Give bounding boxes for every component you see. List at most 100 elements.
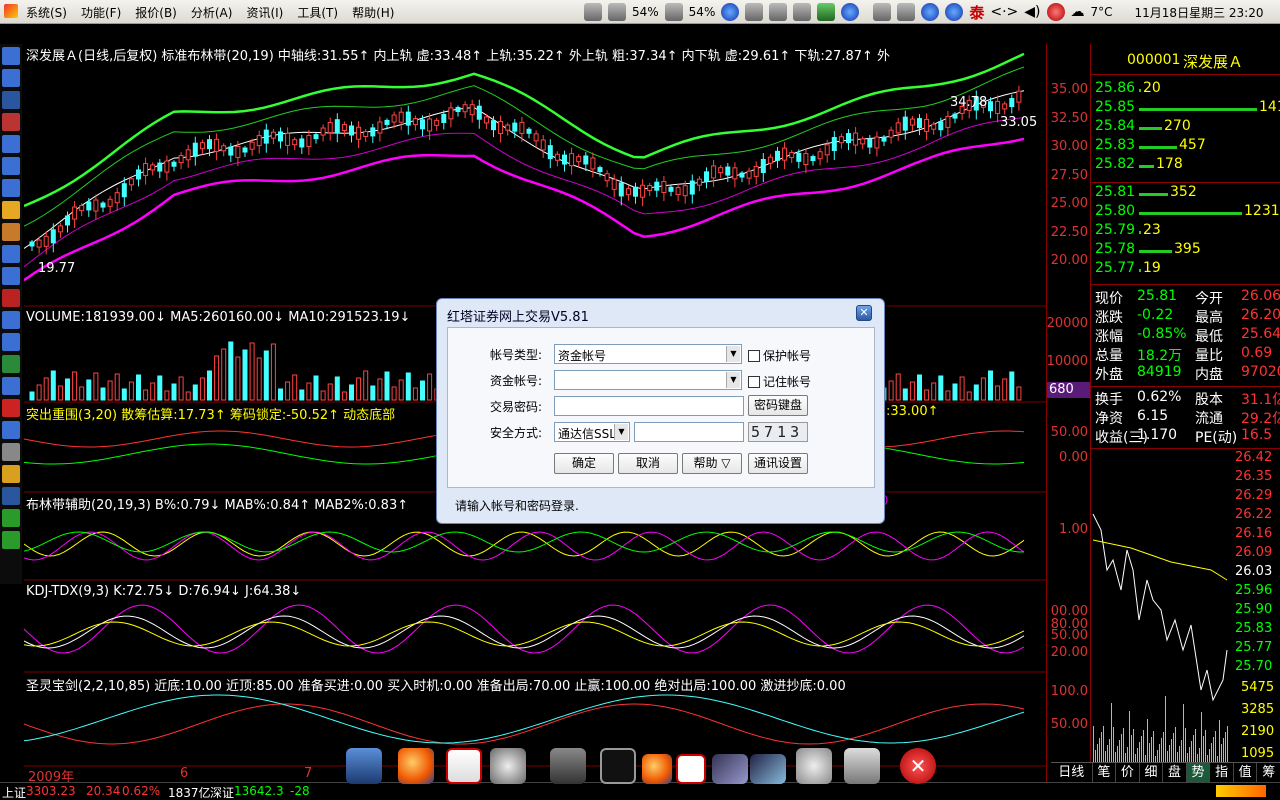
indicator-icon[interactable] bbox=[2, 311, 20, 329]
security-select[interactable]: 通达信SSL ▼ bbox=[554, 422, 630, 442]
help-button[interactable]: 帮助 ▽ bbox=[682, 453, 742, 474]
folder-icon[interactable] bbox=[2, 201, 20, 219]
account-type-select[interactable]: 资金帐号 ▼ bbox=[554, 344, 742, 364]
quote-tab[interactable]: 值 bbox=[1234, 763, 1258, 782]
terminal-icon[interactable] bbox=[600, 748, 636, 784]
image-icon[interactable] bbox=[712, 754, 748, 784]
captcha-input[interactable] bbox=[634, 422, 744, 442]
cpu-monitor-icon[interactable] bbox=[608, 3, 626, 21]
quote-tab[interactable]: 盘 bbox=[1163, 763, 1187, 782]
monitor-icon[interactable] bbox=[793, 3, 812, 21]
report-icon[interactable] bbox=[2, 157, 20, 175]
firefox-small-icon[interactable] bbox=[642, 754, 672, 784]
comm-settings-button[interactable]: 通讯设置 bbox=[748, 453, 808, 474]
menu-tools[interactable]: 工具(T) bbox=[297, 4, 338, 21]
quote-tab[interactable]: 价 bbox=[1116, 763, 1140, 782]
info-icon[interactable] bbox=[721, 3, 740, 21]
writer-icon[interactable] bbox=[446, 748, 482, 784]
network-icon[interactable] bbox=[841, 3, 860, 21]
arrow-up-icon[interactable] bbox=[2, 509, 20, 527]
menu-help[interactable]: 帮助(H) bbox=[352, 4, 394, 21]
refresh-icon[interactable] bbox=[2, 355, 20, 373]
firefox-icon[interactable] bbox=[398, 748, 434, 784]
volume-bar bbox=[405, 372, 411, 401]
window-icon[interactable] bbox=[2, 377, 20, 395]
captcha-image[interactable]: 5713 bbox=[748, 422, 808, 442]
download-icon[interactable] bbox=[550, 748, 586, 784]
quote-tab[interactable]: 日线 bbox=[1051, 763, 1093, 782]
cpu-usage-1: 54% bbox=[632, 5, 659, 19]
quote-tab[interactable]: 笔 bbox=[1093, 763, 1117, 782]
sheet-icon[interactable] bbox=[2, 179, 20, 197]
candle-body bbox=[427, 118, 433, 132]
quote-tab[interactable]: 细 bbox=[1140, 763, 1164, 782]
menu-function[interactable]: 功能(F) bbox=[81, 4, 121, 21]
quote-tab[interactable]: 筹 bbox=[1257, 763, 1280, 782]
menu-quote[interactable]: 报价(B) bbox=[135, 4, 177, 21]
document-icon[interactable] bbox=[769, 3, 788, 21]
stop-icon[interactable] bbox=[1046, 3, 1065, 21]
dialog-close-button[interactable]: ✕ bbox=[856, 305, 872, 321]
book-price: 25.81 bbox=[1095, 184, 1136, 200]
quote-tab[interactable]: 势 bbox=[1186, 763, 1211, 782]
account-input[interactable]: ▼ bbox=[554, 370, 742, 390]
kline-icon[interactable] bbox=[2, 113, 20, 131]
quote-tab[interactable]: 指 bbox=[1210, 763, 1234, 782]
cancel-button[interactable]: 取消 bbox=[618, 453, 678, 474]
mail-icon[interactable] bbox=[873, 3, 892, 21]
drive-icon[interactable] bbox=[897, 3, 916, 21]
etf-icon[interactable] bbox=[2, 289, 20, 307]
search-icon[interactable] bbox=[2, 267, 20, 285]
desktop-icon[interactable] bbox=[346, 748, 382, 784]
volume-icon[interactable]: ◀) bbox=[1024, 4, 1040, 20]
spark-icon[interactable] bbox=[945, 3, 964, 21]
close-app-icon[interactable]: ✕ bbox=[900, 748, 936, 784]
arrow-down-icon[interactable] bbox=[2, 531, 20, 549]
candle-body bbox=[853, 132, 859, 146]
stat-cell: 25.81 bbox=[1137, 288, 1178, 304]
candle-body bbox=[434, 119, 440, 126]
arrows-icon[interactable]: <·> bbox=[990, 4, 1018, 20]
formula-icon[interactable] bbox=[2, 245, 20, 263]
password-keyboard-button[interactable]: 密码键盘 bbox=[748, 395, 808, 416]
left-toolbar bbox=[0, 44, 22, 584]
dollar-icon[interactable] bbox=[2, 399, 20, 417]
rsi-icon[interactable] bbox=[2, 333, 20, 351]
tai-app-label[interactable]: 泰 bbox=[969, 2, 984, 23]
table-icon[interactable] bbox=[2, 69, 20, 87]
quote-panel: 000001 深发展Ａ 25.86 20 25.85 1411 25.84 270 25.8… bbox=[1051, 44, 1280, 782]
ok-button[interactable]: 确定 bbox=[554, 453, 614, 474]
stat-cell: 股本 bbox=[1195, 392, 1223, 408]
writer-small-icon[interactable] bbox=[676, 754, 706, 784]
users-icon[interactable] bbox=[2, 223, 20, 241]
grid-icon[interactable] bbox=[2, 135, 20, 153]
pencil-icon[interactable] bbox=[2, 465, 20, 483]
tick-volume-bar bbox=[1119, 740, 1120, 762]
volume-bar bbox=[292, 374, 298, 401]
crosshair-icon[interactable] bbox=[584, 3, 602, 21]
tick-volume-bar bbox=[1187, 753, 1188, 762]
tick-volume-bar bbox=[1153, 731, 1154, 762]
candle-body bbox=[590, 157, 596, 170]
remember-account-checkbox[interactable]: 记住帐号 bbox=[748, 373, 811, 390]
cpu-monitor-icon-2[interactable] bbox=[664, 3, 683, 21]
s-app-icon[interactable] bbox=[921, 3, 940, 21]
trash-icon[interactable] bbox=[844, 748, 880, 784]
login-dialog: 红塔证券网上交易V5.81 ✕ 帐号类型: 资金帐号 ▼ 保护帐号 资金帐号: … bbox=[436, 298, 885, 524]
menu-analysis[interactable]: 分析(A) bbox=[191, 4, 233, 21]
system-monitor-icon[interactable] bbox=[817, 3, 836, 21]
menu-news[interactable]: 资讯(I) bbox=[246, 4, 283, 21]
menu-system[interactable]: 系统(S) bbox=[26, 4, 67, 21]
password-input[interactable] bbox=[554, 396, 744, 416]
image-icon-2[interactable] bbox=[750, 754, 786, 784]
volume-bar bbox=[909, 381, 915, 401]
pen-icon[interactable] bbox=[745, 3, 764, 21]
move-icon[interactable] bbox=[2, 487, 20, 505]
quote-list-icon[interactable] bbox=[2, 47, 20, 65]
link-icon[interactable] bbox=[2, 421, 20, 439]
weather-app-icon[interactable] bbox=[796, 748, 832, 784]
tools-icon[interactable] bbox=[2, 443, 20, 461]
line-chart-icon[interactable] bbox=[2, 91, 20, 109]
network-connect-icon[interactable] bbox=[490, 748, 526, 784]
protect-account-checkbox[interactable]: 保护帐号 bbox=[748, 347, 811, 364]
